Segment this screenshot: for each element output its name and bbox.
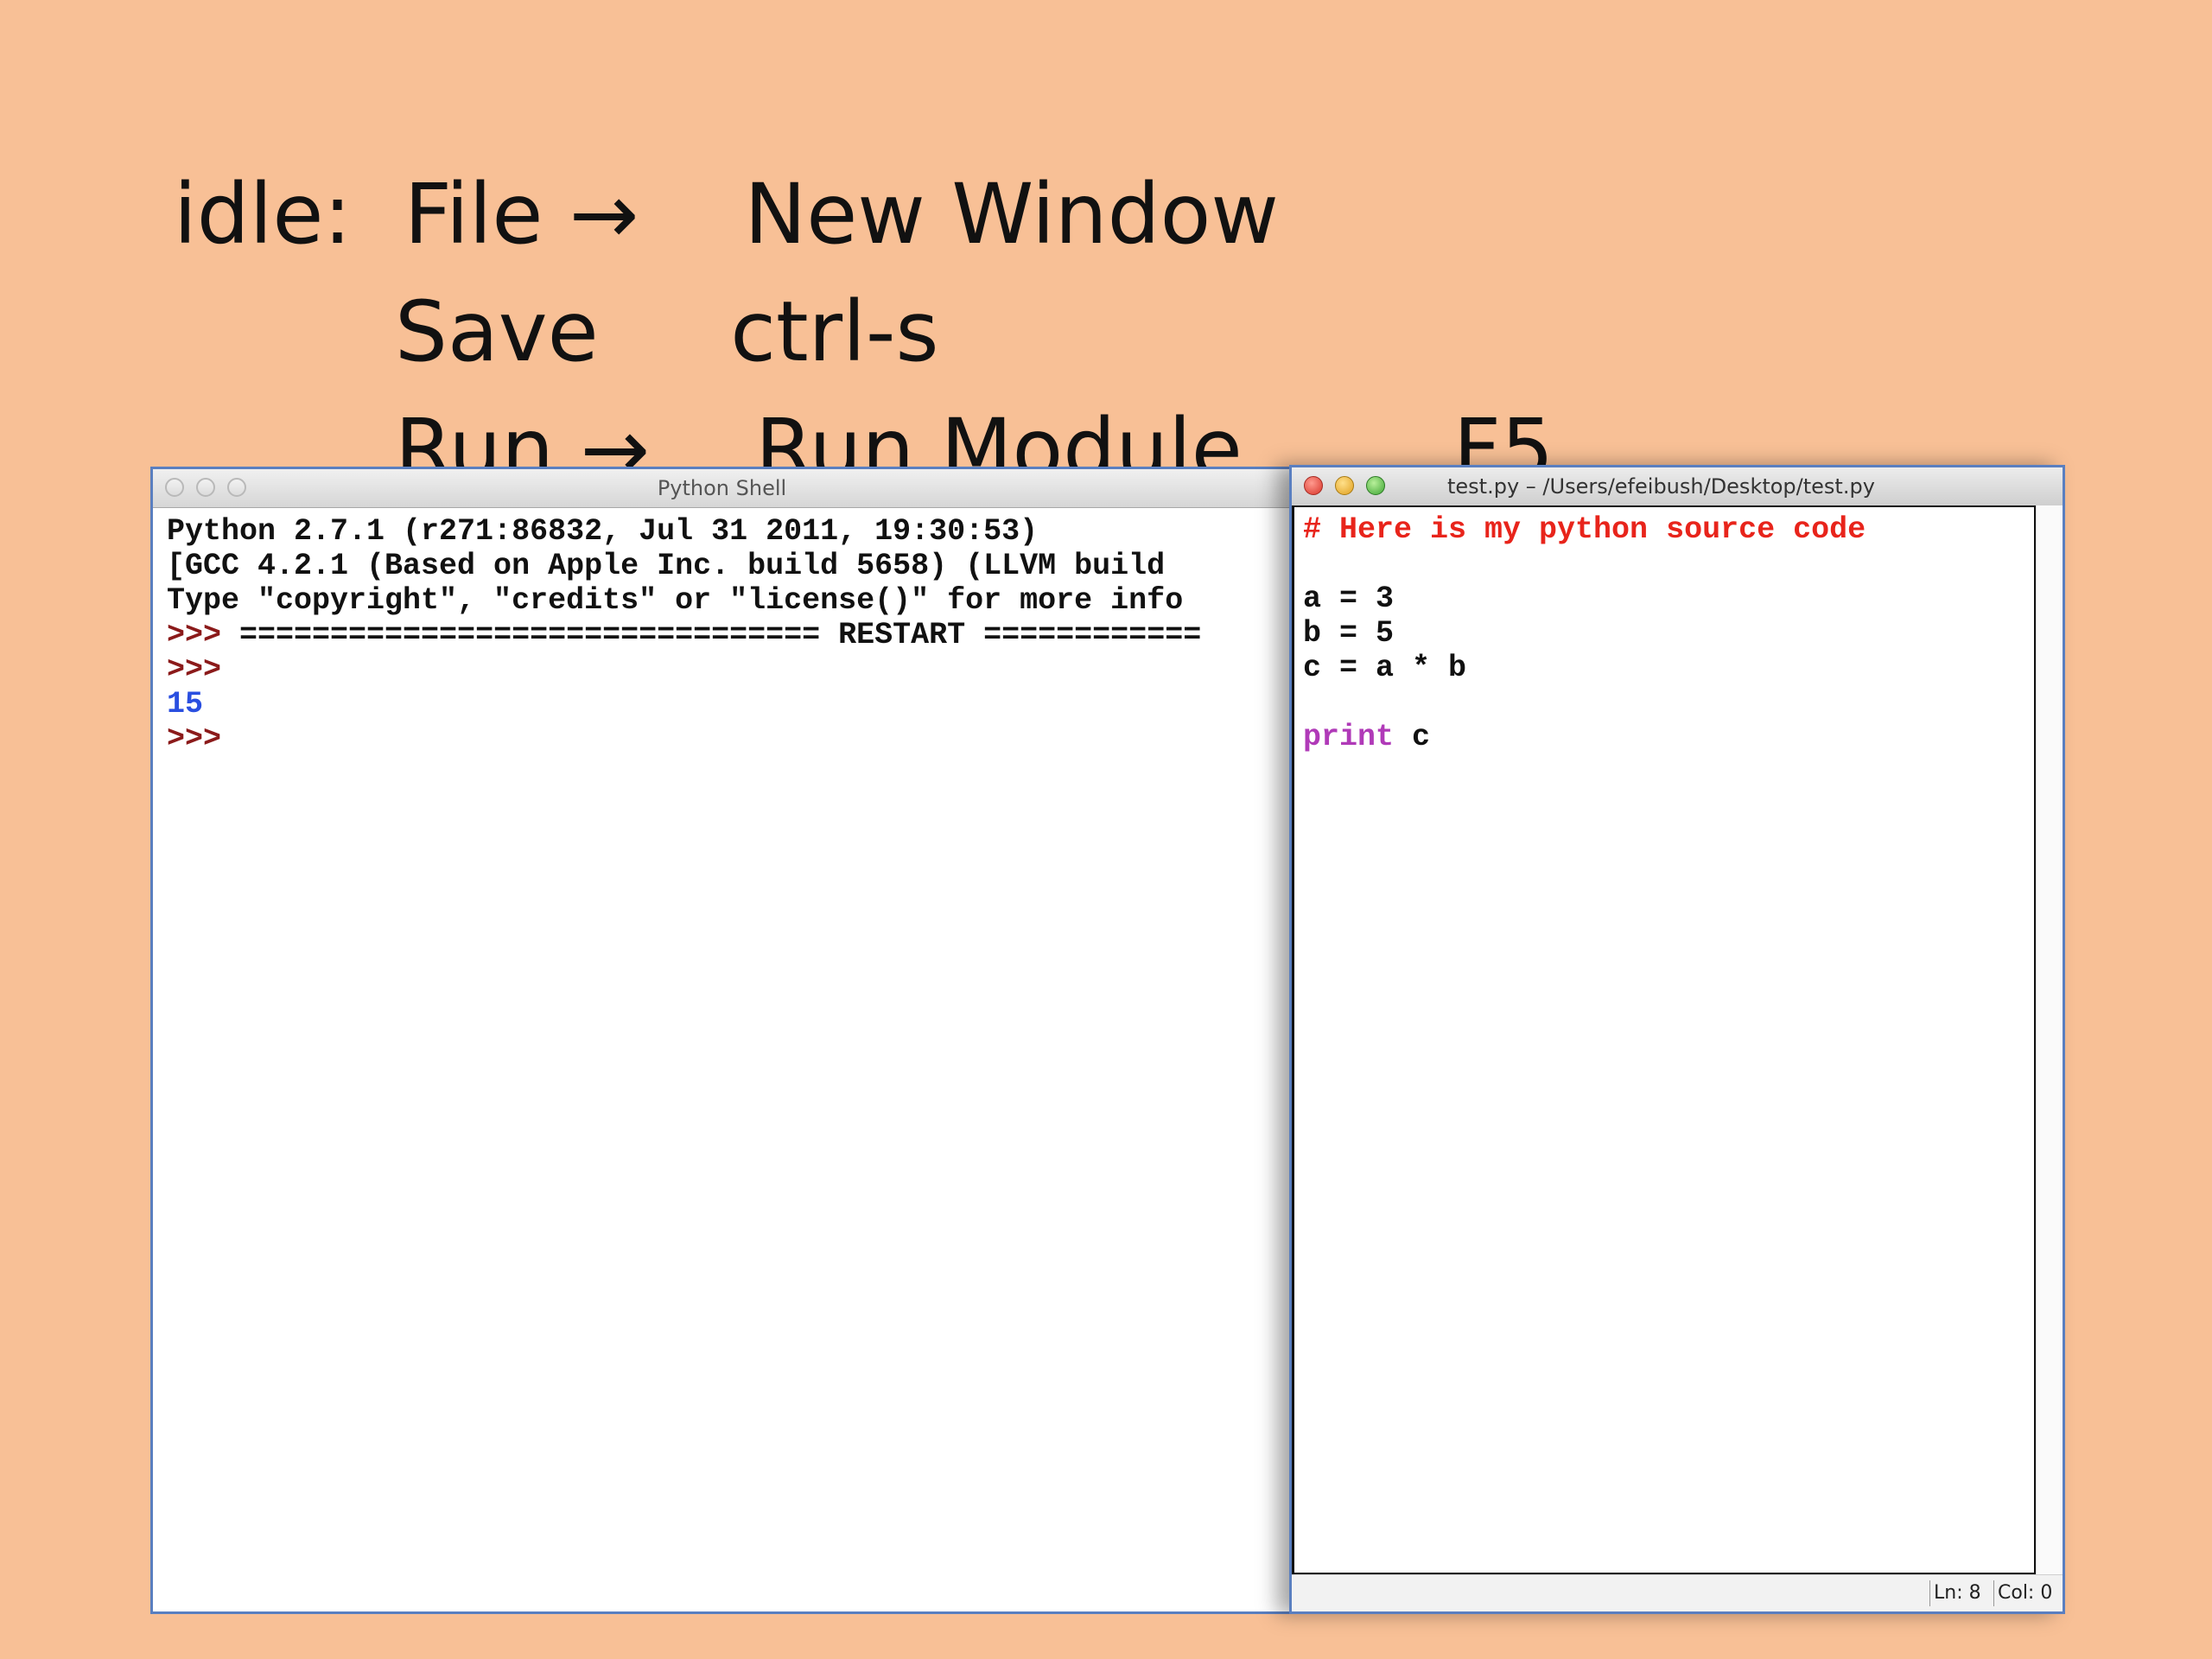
editor-window[interactable]: test.py – /Users/efeibush/Desktop/test.p…: [1289, 465, 2065, 1614]
shell-titlebar[interactable]: Python Shell: [153, 469, 1291, 508]
code-line: print c: [1303, 720, 1866, 754]
shell-prompt: >>>: [167, 721, 222, 756]
line-indicator: Ln: 8: [1929, 1580, 1985, 1606]
close-icon[interactable]: [165, 478, 184, 497]
shell-title: Python Shell: [657, 476, 787, 500]
editor-titlebar[interactable]: test.py – /Users/efeibush/Desktop/test.p…: [1292, 467, 2063, 506]
shell-line: Type "copyright", "credits" or "license(…: [167, 583, 1184, 618]
close-icon[interactable]: [1304, 476, 1323, 495]
shell-line: [GCC 4.2.1 (Based on Apple Inc. build 56…: [167, 549, 1166, 583]
minimize-icon[interactable]: [196, 478, 215, 497]
idle-label: idle:: [174, 166, 352, 263]
print-argument: c: [1394, 720, 1431, 754]
shell-prompt: >>>: [167, 618, 222, 652]
zoom-icon[interactable]: [1366, 476, 1385, 495]
code-comment: # Here is my python source code: [1303, 512, 1866, 547]
python-shell-window[interactable]: Python Shell Python 2.7.1 (r271:86832, J…: [150, 467, 1291, 1614]
shell-output[interactable]: Python 2.7.1 (r271:86832, Jul 31 2011, 1…: [167, 514, 1201, 756]
window-controls: [1304, 476, 1385, 495]
minimize-icon[interactable]: [1335, 476, 1354, 495]
column-indicator: Col: 0: [1993, 1580, 2056, 1606]
shell-line: >>> ================================ RES…: [167, 618, 1201, 652]
code-line: a = 3: [1303, 582, 1395, 616]
shell-line: >>>: [167, 721, 1201, 756]
shell-line: Python 2.7.1 (r271:86832, Jul 31 2011, 1…: [167, 514, 1039, 549]
shell-prompt: >>>: [167, 652, 222, 687]
code-line: b = 5: [1303, 616, 1395, 651]
restart-banner: ================================ RESTART…: [221, 618, 1202, 652]
shell-line: 15: [167, 687, 1201, 721]
code-editor[interactable]: # Here is my python source code a = 3b =…: [1292, 505, 2037, 1575]
shell-result: 15: [167, 687, 204, 721]
editor-title: test.py – /Users/efeibush/Desktop/test.p…: [1447, 474, 1875, 499]
code-line: c = a * b: [1303, 651, 1467, 685]
shell-line: >>>: [167, 652, 1201, 687]
print-keyword: print: [1303, 720, 1395, 754]
status-bar: Ln: 8 Col: 0: [1292, 1574, 2063, 1611]
source-code[interactable]: # Here is my python source code a = 3b =…: [1303, 512, 1866, 754]
vertical-scrollbar[interactable]: [2036, 505, 2063, 1575]
zoom-icon[interactable]: [227, 478, 246, 497]
window-controls: [165, 478, 246, 497]
